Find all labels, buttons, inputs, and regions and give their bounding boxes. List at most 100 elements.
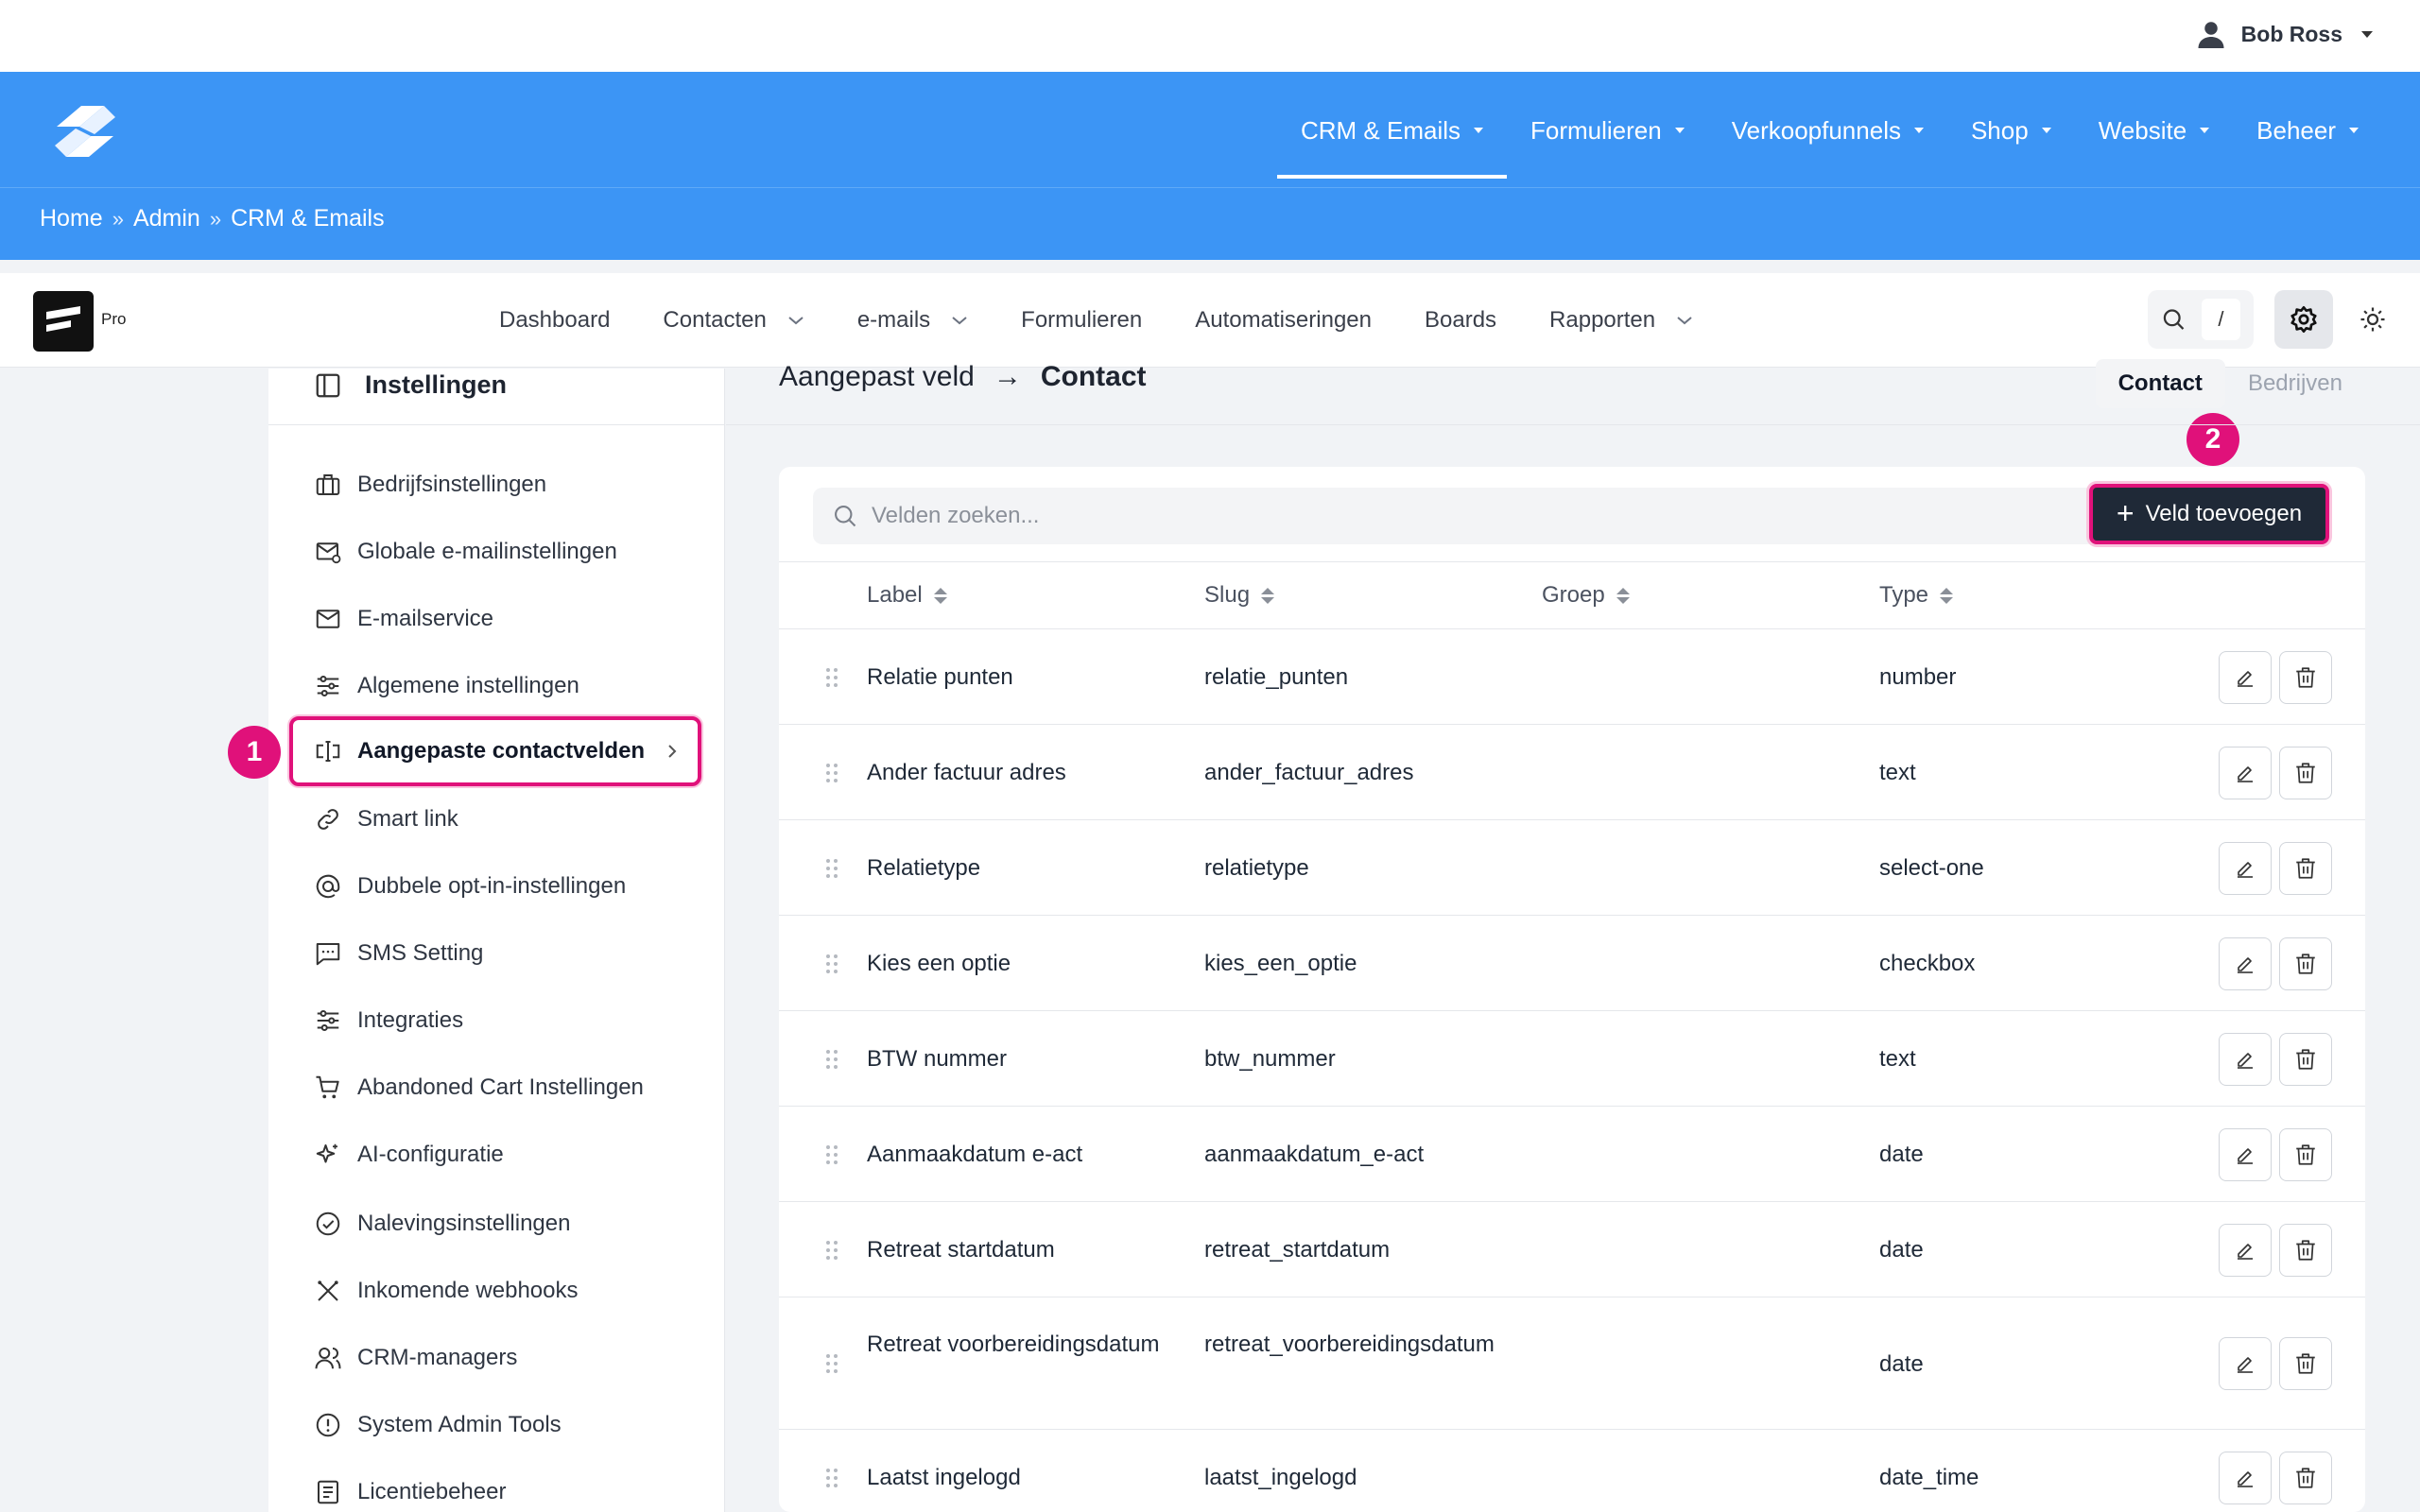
delete-button[interactable]	[2279, 746, 2332, 799]
nav-dashboard[interactable]: Dashboard	[473, 307, 636, 334]
sidebar-item-naleving[interactable]: Nalevingsinstellingen	[314, 1210, 570, 1238]
edit-button[interactable]	[2219, 650, 2272, 704]
delete-button[interactable]	[2279, 1337, 2332, 1390]
delete-button[interactable]	[2279, 650, 2332, 704]
table-row[interactable]: Kies een optie kies_een_optie checkbox	[779, 916, 2365, 1011]
sidebar-item-emailservice[interactable]: E-mailservice	[314, 605, 493, 633]
breadcrumb-current[interactable]: CRM & Emails	[231, 205, 385, 232]
sidebar-item-integraties[interactable]: Integraties	[314, 1006, 463, 1035]
sidebar-item-crm-managers[interactable]: CRM-managers	[314, 1344, 517, 1372]
nav-boards[interactable]: Boards	[1398, 307, 1523, 334]
sidebar-item-licentie[interactable]: Licentiebeheer	[314, 1478, 506, 1506]
drag-handle-icon[interactable]	[824, 1048, 839, 1071]
chevron-down-icon	[1677, 317, 1692, 325]
sidebar-item-aangepaste-contactvelden[interactable]: Aangepaste contactvelden	[289, 716, 701, 786]
drag-handle-icon[interactable]	[824, 1352, 839, 1375]
edit-button[interactable]	[2219, 746, 2272, 799]
cell-slug: ander_factuur_adres	[1204, 760, 1414, 785]
drag-handle-icon[interactable]	[824, 1467, 839, 1489]
search-input[interactable]	[872, 503, 2006, 529]
table-row[interactable]: Retreat startdatum retreat_startdatum date	[779, 1202, 2365, 1297]
drag-handle-icon[interactable]	[824, 666, 839, 689]
settings-button[interactable]	[2274, 290, 2333, 349]
app-logo-icon	[46, 306, 80, 332]
drag-handle-icon[interactable]	[824, 857, 839, 880]
edit-button[interactable]	[2219, 1223, 2272, 1277]
table-row[interactable]: Ander factuur adres ander_factuur_adres te…	[779, 725, 2365, 820]
sidebar-item-system-admin[interactable]: System Admin Tools	[314, 1411, 562, 1439]
main-nav-website[interactable]: Website	[2075, 72, 2233, 189]
column-header-slug[interactable]: Slug	[1204, 562, 1275, 628]
sidebar-item-smart-link[interactable]: Smart link	[314, 805, 458, 833]
delete-button[interactable]	[2279, 841, 2332, 895]
table-row[interactable]: Retreat voorbereidingsdatum retreat_voorb…	[779, 1297, 2365, 1430]
edit-button[interactable]	[2219, 1337, 2272, 1390]
tab-contact[interactable]: Contact	[2095, 359, 2225, 408]
edit-button[interactable]	[2219, 1032, 2272, 1086]
drag-handle-icon[interactable]	[824, 1143, 839, 1166]
breadcrumb-home[interactable]: Home	[40, 205, 103, 232]
main-nav-crm[interactable]: CRM & Emails	[1276, 72, 1508, 189]
delete-button[interactable]	[2279, 1032, 2332, 1086]
sidebar-item-webhooks[interactable]: Inkomende webhooks	[314, 1277, 578, 1305]
delete-button[interactable]	[2279, 936, 2332, 990]
edit-button[interactable]	[2219, 1127, 2272, 1181]
nav-automatiseringen[interactable]: Automatiseringen	[1168, 307, 1398, 334]
nav-rapporten[interactable]: Rapporten	[1523, 307, 1720, 334]
sidebar-item-opt-in[interactable]: Dubbele opt-in-instellingen	[314, 872, 626, 901]
nav-label: Dashboard	[499, 307, 611, 333]
user-bar: Bob Ross	[0, 0, 2420, 72]
brand-logo[interactable]	[42, 98, 129, 164]
nav-contacten[interactable]: Contacten	[636, 307, 830, 334]
sidebar-item-abandoned-cart[interactable]: Abandoned Cart Instellingen	[314, 1074, 644, 1102]
delete-button[interactable]	[2279, 1127, 2332, 1181]
drag-handle-icon[interactable]	[824, 953, 839, 975]
sidebar-item-globale-email[interactable]: Globale e-mailinstellingen	[314, 538, 617, 566]
drag-handle-icon[interactable]	[824, 762, 839, 784]
alert-circle-icon	[316, 1413, 340, 1437]
sun-icon	[2360, 307, 2385, 332]
theme-toggle[interactable]	[2354, 290, 2392, 349]
edit-button[interactable]	[2219, 1451, 2272, 1504]
tab-bedrijven[interactable]: Bedrijven	[2225, 359, 2365, 408]
table-row[interactable]: Relatie punten relatie_punten number	[779, 629, 2365, 725]
chevron-right-icon	[668, 745, 677, 758]
app-nav: Pro Dashboard Contacten e-mails Formulie…	[0, 273, 2420, 368]
nav-emails[interactable]: e-mails	[831, 307, 994, 334]
column-header-group[interactable]: Groep	[1542, 562, 1630, 628]
sidebar-item-algemene[interactable]: Algemene instellingen	[314, 672, 579, 700]
table-row[interactable]: Relatietype relatietype select-one	[779, 820, 2365, 916]
cell-type: date	[1879, 1142, 1924, 1167]
breadcrumb-admin[interactable]: Admin	[133, 205, 200, 232]
main-nav-beheer[interactable]: Beheer	[2233, 72, 2382, 189]
table-row[interactable]: Aanmaakdatum e-act aanmaakdatum_e-act date	[779, 1107, 2365, 1202]
tools-icon	[318, 1280, 338, 1301]
column-header-type[interactable]: Type	[1879, 562, 1954, 628]
edit-button[interactable]	[2219, 936, 2272, 990]
app-brand[interactable]: Pro	[33, 291, 126, 352]
cell-slug: laatst_ingelogd	[1204, 1465, 1357, 1490]
global-search-button[interactable]: /	[2148, 290, 2254, 349]
column-header-label[interactable]: Label	[867, 562, 947, 628]
main-nav-shop[interactable]: Shop	[1947, 72, 2075, 189]
add-field-button[interactable]: + Veld toevoegen	[2089, 484, 2329, 544]
delete-button[interactable]	[2279, 1451, 2332, 1504]
sidebar-item-ai[interactable]: AI-configuratie	[314, 1141, 504, 1169]
column-title: Groep	[1542, 582, 1605, 608]
nav-formulieren[interactable]: Formulieren	[994, 307, 1168, 334]
edit-button[interactable]	[2219, 841, 2272, 895]
main-nav-label: CRM & Emails	[1300, 115, 1461, 145]
main-nav-funnels[interactable]: Verkoopfunnels	[1708, 72, 1947, 189]
sidebar-item-sms[interactable]: SMS Setting	[314, 939, 483, 968]
drag-handle-icon[interactable]	[824, 1239, 839, 1262]
trash-icon	[2296, 762, 2315, 783]
user-menu[interactable]: Bob Ross	[2194, 17, 2373, 51]
main-nav-label: Website	[2098, 115, 2187, 145]
delete-button[interactable]	[2279, 1223, 2332, 1277]
search-icon	[2163, 309, 2185, 330]
main-nav-forms[interactable]: Formulieren	[1507, 72, 1708, 189]
table-row[interactable]: BTW nummer btw_nummer text	[779, 1011, 2365, 1107]
sidebar-item-bedrijfsinstellingen[interactable]: Bedrijfsinstellingen	[314, 471, 546, 499]
table-row[interactable]: Laatst ingelogd laatst_ingelogd date_time	[779, 1430, 2365, 1512]
cell-type: date_time	[1879, 1465, 1979, 1490]
